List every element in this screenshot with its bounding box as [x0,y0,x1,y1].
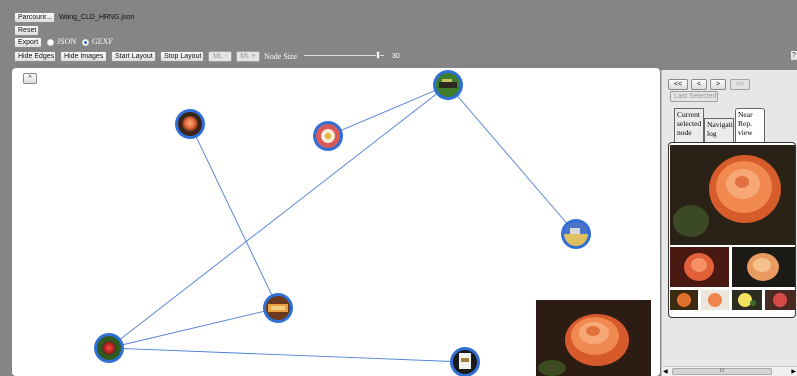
nav-next-button[interactable]: > [710,79,726,90]
graph-node[interactable] [263,293,293,323]
graph-node[interactable] [313,121,343,151]
near-rep-thumbnail-small[interactable] [732,290,762,310]
tab-current-selected-node[interactable]: Current selected node [674,108,704,144]
node-size-value: 30 [392,53,400,60]
hide-edges-button[interactable]: Hide Edges [14,51,56,62]
nav-last-button[interactable]: >> [730,79,750,90]
right-panel-scrollbar[interactable]: ◀ III ▶ [662,366,797,376]
near-rep-thumbnail-small[interactable] [765,290,796,310]
graph-svg [94,70,651,376]
tab-near-rep-view[interactable]: Near Rep. view [735,108,765,144]
graph-canvas[interactable]: ^ [12,68,660,376]
graph-edge [447,84,577,235]
hover-preview-image [536,300,651,376]
ml-plus-button[interactable]: ML + [236,51,260,62]
graph-edge [189,123,279,309]
export-button[interactable]: Export [14,37,42,48]
graph-edge [327,84,449,137]
graph-node[interactable] [94,333,124,363]
gexf-radio-label: GEXF [92,37,113,46]
graph-node[interactable] [450,347,480,376]
near-rep-thumbnail[interactable] [670,247,729,287]
stop-layout-button[interactable]: Stop Layout [160,51,204,62]
slider-track [304,55,384,56]
graph-edge [108,347,466,363]
hide-images-button[interactable]: Hide Images [60,51,107,62]
last-selected-button[interactable]: Last Selected [670,91,718,102]
tab-navigation-log[interactable]: Navigation log [704,118,734,144]
right-panel: << < > >> Last Selected Current selected… [661,70,797,376]
json-radio[interactable] [47,39,54,46]
near-rep-thumbnail[interactable] [732,247,796,287]
file-name-label: Wang_CLD_HRNG.json [59,14,135,21]
graph-node[interactable] [561,219,591,249]
scroll-left-arrow[interactable]: ◀ [663,368,668,375]
json-radio-label: JSON [57,37,77,46]
near-rep-thumbnail-small[interactable] [701,290,729,310]
gexf-radio[interactable] [82,39,89,46]
near-rep-view-panel [668,142,796,318]
nav-prev-button[interactable]: < [691,79,707,90]
graph-node[interactable] [175,109,205,139]
near-rep-thumbnail-small[interactable] [670,290,698,310]
ml-minus-button[interactable]: ML - [208,51,232,62]
graph-node[interactable] [433,70,463,100]
node-size-slider[interactable] [304,51,384,60]
representative-image[interactable] [670,145,796,245]
right-corner-button[interactable]: ? [790,50,797,61]
start-layout-button[interactable]: Start Layout [111,51,156,62]
browse-button[interactable]: Parcourir... [14,12,55,23]
node-size-label: Node Size [264,52,298,61]
nav-first-button[interactable]: << [668,79,688,90]
reset-button[interactable]: Reset [14,25,39,36]
slider-thumb[interactable] [376,51,380,59]
scroll-right-arrow[interactable]: ▶ [791,368,796,375]
scrollbar-thumb[interactable]: III [672,368,772,375]
